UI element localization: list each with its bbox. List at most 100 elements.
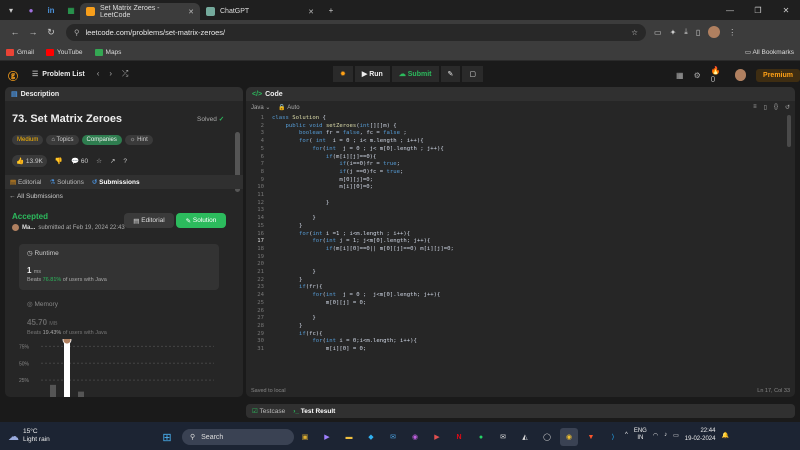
code-line[interactable]: }: [272, 315, 315, 323]
comments-button[interactable]: 💬 60: [71, 157, 88, 165]
debug-button[interactable]: ✹: [333, 66, 353, 82]
code-line[interactable]: if(i==0)fr = true;: [272, 161, 400, 169]
new-tab-icon[interactable]: +: [322, 2, 340, 18]
chart-bar[interactable]: [78, 391, 84, 397]
linkedin-icon[interactable]: in: [42, 2, 60, 18]
reload-icon[interactable]: ↻: [42, 27, 60, 38]
close-icon[interactable]: ✕: [308, 8, 314, 16]
back-icon[interactable]: ←: [6, 27, 24, 37]
author-name[interactable]: Ma...: [22, 225, 35, 231]
hint-tag[interactable]: ☼ Hint: [124, 135, 153, 145]
tab-search-icon[interactable]: ▾: [2, 2, 20, 18]
site-info-icon[interactable]: ⚲: [74, 28, 80, 37]
code-line[interactable]: for(int j = 1; j<m[0].length; j++){: [272, 238, 430, 246]
code-line[interactable]: if(fr){: [272, 284, 323, 292]
tray-chevron-icon[interactable]: ^: [625, 432, 628, 438]
code-line[interactable]: if(j ==0)fc = true;: [272, 169, 403, 177]
bookmark-gmail[interactable]: Gmail: [6, 48, 34, 56]
code-line[interactable]: for(int j = 0 ; j< m[0].length ; j++){: [272, 146, 443, 154]
code-line[interactable]: }: [272, 269, 315, 277]
code-line[interactable]: m[i][0]=0;: [272, 184, 373, 192]
window-close-icon[interactable]: ✕: [772, 6, 800, 15]
auto-mode[interactable]: 🔒 Auto: [278, 104, 299, 111]
code-line[interactable]: boolean fr = false, fc = false ;: [272, 130, 407, 138]
pinned-tab-icon[interactable]: ●: [22, 2, 40, 18]
app-icon[interactable]: ▣: [296, 428, 314, 446]
chrome-icon[interactable]: ◉: [560, 428, 578, 446]
language-select[interactable]: Java ⌄: [251, 104, 270, 111]
app-icon[interactable]: ◭: [516, 428, 534, 446]
chart-bar[interactable]: [50, 384, 56, 397]
code-tab[interactable]: </> Code: [246, 87, 795, 101]
wifi-icon[interactable]: ◠: [653, 432, 658, 439]
layout-icon[interactable]: ▦: [676, 71, 684, 80]
code-line[interactable]: for(int i =1 ; i<m.length ; i++){: [272, 231, 410, 239]
app-icon[interactable]: ✉: [384, 428, 402, 446]
reset-icon[interactable]: ↺: [785, 104, 790, 111]
brave-icon[interactable]: ▼: [582, 428, 600, 446]
share-icon[interactable]: ↗: [110, 157, 115, 165]
star-icon[interactable]: ☆: [96, 157, 102, 165]
shuffle-icon[interactable]: ⤮: [122, 69, 128, 79]
code-line[interactable]: m[0][j]=0;: [272, 177, 373, 185]
align-icon[interactable]: ≡: [753, 104, 757, 111]
minimize-icon[interactable]: —: [716, 6, 744, 15]
url-bar[interactable]: ⚲ leetcode.com/problems/set-matrix-zeroe…: [66, 23, 646, 41]
tab-leetcode[interactable]: Set Matrix Zeroes - LeetCode ✕: [80, 3, 200, 20]
code-line[interactable]: }: [272, 323, 302, 331]
code-line[interactable]: if(fc){: [272, 331, 323, 339]
profile-avatar[interactable]: [708, 26, 721, 38]
help-icon[interactable]: ?: [123, 158, 127, 165]
test-result-tab[interactable]: ›_ Test Result: [293, 408, 335, 415]
code-line[interactable]: for( int i = 0 ; i< m.length ; i++){: [272, 138, 424, 146]
user-avatar[interactable]: [734, 69, 747, 81]
dislike-icon[interactable]: 👎: [55, 157, 63, 165]
leetcode-logo[interactable]: ⓖ: [8, 68, 20, 83]
whatsapp-icon[interactable]: ●: [472, 428, 490, 446]
app-icon[interactable]: ◯: [538, 428, 556, 446]
code-line[interactable]: }: [272, 215, 315, 223]
battery-icon[interactable]: ▭: [673, 432, 679, 439]
all-submissions-link[interactable]: ← All Submissions: [9, 193, 63, 200]
premium-button[interactable]: Premium: [756, 68, 800, 82]
notification-icon[interactable]: 🔔: [721, 432, 728, 439]
forward-icon[interactable]: →: [24, 27, 42, 37]
next-problem-icon[interactable]: ›: [109, 69, 112, 79]
app-icon[interactable]: ▶: [428, 428, 446, 446]
app-icon[interactable]: ▬: [340, 428, 358, 446]
code-line[interactable]: if(m[i][0]==0|| m[0][j]==0) m[i][j]=0;: [272, 246, 454, 254]
description-tab[interactable]: ▤ Description: [5, 87, 243, 101]
companies-tag[interactable]: Companies: [81, 135, 122, 145]
cast-icon[interactable]: ▭: [654, 28, 662, 37]
download-icon[interactable]: ⤓: [684, 27, 688, 37]
menu-icon[interactable]: ⋮: [728, 28, 736, 37]
app-icon[interactable]: ◆: [362, 428, 380, 446]
chart-bar[interactable]: [64, 343, 70, 397]
code-line[interactable]: if(m[i][j]==0){: [272, 154, 377, 162]
language-indicator[interactable]: ENG IN: [634, 428, 647, 442]
tab-solutions[interactable]: ⚗ Solutions: [49, 178, 83, 186]
app-icon[interactable]: ▶: [318, 428, 336, 446]
code-line[interactable]: }: [272, 277, 302, 285]
sheets-icon[interactable]: ▦: [62, 2, 80, 18]
code-editor[interactable]: 1 class Solution {2 public void setZeroes…: [246, 115, 795, 380]
app-icon[interactable]: ✉: [494, 428, 512, 446]
editor-scrollbar[interactable]: [787, 115, 791, 147]
bookmark-icon[interactable]: ▯: [764, 104, 767, 111]
submit-button[interactable]: ☁ Submit: [391, 66, 439, 82]
streak-counter[interactable]: 🔥0: [711, 66, 725, 84]
tab-chatgpt[interactable]: ChatGPT ✕: [200, 3, 320, 20]
tab-editorial[interactable]: ▤ Editorial: [10, 178, 41, 186]
windows-start-icon[interactable]: ⊞: [158, 428, 176, 446]
extensions-icon[interactable]: ✦: [670, 28, 677, 37]
volume-icon[interactable]: ♪: [664, 432, 667, 438]
code-line[interactable]: m[i][0] = 0;: [272, 346, 366, 354]
braces-icon[interactable]: {}: [774, 104, 778, 111]
sidepanel-icon[interactable]: ▯: [696, 28, 700, 37]
solution-button[interactable]: ✎ Solution: [176, 213, 226, 228]
editorial-button[interactable]: ▤ Editorial: [124, 213, 174, 228]
clock[interactable]: 22:44 19-02-2024: [685, 427, 716, 443]
code-line[interactable]: }: [272, 223, 302, 231]
notes-button[interactable]: ✎: [440, 66, 461, 82]
taskbar-search[interactable]: ⚲ Search: [182, 429, 294, 445]
